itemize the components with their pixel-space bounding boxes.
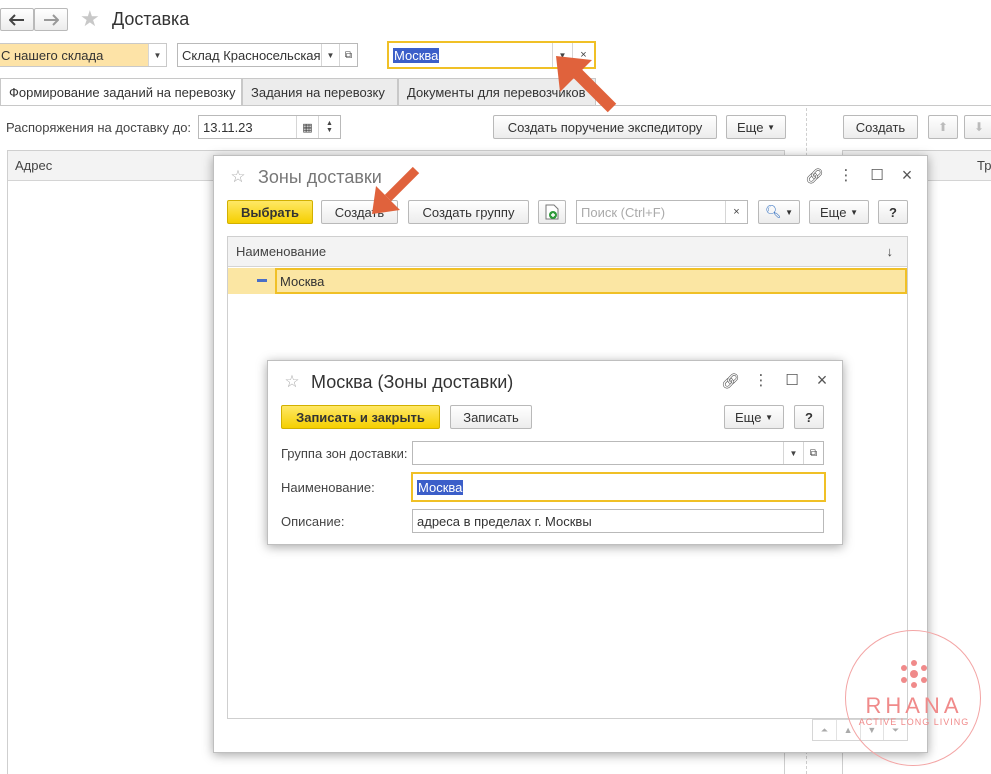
description-label: Описание: [281,514,345,529]
link-icon[interactable]: 🔗︎ [721,372,740,390]
button-label: Записать и закрыть [296,409,425,425]
zone-value: Москва [393,47,440,63]
menu-dots-icon[interactable]: ⋮ [838,166,854,184]
arrow-up-icon: ⬆ [937,120,949,134]
forward-button[interactable] [34,8,68,31]
date-field[interactable]: 13.11.23 ▦ ▲ ▼ [198,115,341,139]
tab-formation[interactable]: Формирование заданий на перевозку [0,78,242,106]
button-label: ? [889,204,897,220]
button-label: Создать группу [422,204,515,220]
watermark-logo: RHANA ACTIVE LONG LIVING [845,630,981,766]
favorite-star-icon[interactable]: ★ [80,6,100,32]
move-down-button[interactable]: ⬇ [964,115,991,139]
open-icon[interactable]: ⧉ [803,442,823,464]
tab-label: Формирование заданий на перевозку [9,85,236,100]
scroll-top-icon[interactable]: ⏶ [813,720,837,740]
table-row[interactable]: Москва [228,268,907,294]
selected-cell[interactable]: Москва [275,268,907,294]
chevron-down-icon: ▼ [767,122,775,132]
more-button[interactable]: Еще ▼ [809,200,869,224]
open-icon[interactable]: ⧉ [339,44,357,66]
move-up-button[interactable]: ⬆ [928,115,958,139]
search-input[interactable]: Поиск (Ctrl+F) × [576,200,748,224]
name-label: Наименование: [281,480,375,495]
chevron-down-icon[interactable]: ▼ [783,442,803,464]
button-label: Еще [820,204,847,220]
back-button[interactable] [0,8,34,31]
name-value: Москва [417,479,464,495]
annotation-arrow-create [372,166,420,214]
watermark-brand: RHANA [865,693,963,718]
more-button[interactable]: Еще ▼ [724,405,784,429]
date-label: Распоряжения на доставку до: [6,120,192,135]
favorite-star-icon[interactable]: ☆ [230,167,246,187]
create-group-button[interactable]: Создать группу [408,200,529,224]
chevron-down-icon[interactable]: ▼ [321,44,339,66]
search-button[interactable]: 🔍︎ ▼ [758,200,800,224]
maximize-icon[interactable]: ☐ [869,166,885,184]
annotation-arrow-zone [556,56,617,113]
button-label: Записать [463,409,519,425]
tab-tasks[interactable]: Задания на перевозку [242,78,398,105]
group-field[interactable]: ▼ ⧉ [412,441,824,465]
chevron-down-icon: ▼ [850,207,858,217]
column-header-address: Адрес [15,158,53,173]
calendar-icon[interactable]: ▦ [296,116,318,138]
close-icon[interactable]: × [899,165,915,186]
description-field[interactable]: адреса в пределах г. Москвы [412,509,824,533]
date-value: 13.11.23 [203,119,253,135]
document-add-icon [545,204,559,220]
help-button[interactable]: ? [878,200,908,224]
link-icon[interactable]: 🔗︎ [805,167,824,185]
description-value: адреса в пределах г. Москвы [417,513,592,529]
column-header-partial: Тр [977,158,991,173]
tab-divider [0,105,991,106]
clear-icon[interactable]: × [725,201,747,223]
warehouse-select[interactable]: Склад Красносельская ▼ ⧉ [177,43,358,67]
maximize-icon[interactable]: ☐ [784,371,800,389]
grid-header: Наименование ↓ [228,237,907,267]
button-label: Выбрать [240,204,300,220]
create-button[interactable]: Создать [843,115,918,139]
favorite-star-icon[interactable]: ☆ [284,372,300,392]
window-title: Зоны доставки [258,167,382,187]
warehouse-filter-value: С нашего склада [1,47,104,63]
close-icon[interactable]: × [814,370,830,391]
window-title: Москва (Зоны доставки) [311,372,514,392]
chevron-down-icon: ▼ [785,207,794,217]
warehouse-filter-select[interactable]: С нашего склада ▼ [0,43,167,67]
select-button[interactable]: Выбрать [227,200,313,224]
save-close-button[interactable]: Записать и закрыть [281,405,440,429]
add-document-button[interactable] [538,200,566,224]
save-button[interactable]: Записать [450,405,532,429]
group-minus-icon[interactable] [257,279,267,282]
watermark-tagline: ACTIVE LONG LIVING [858,717,970,727]
warehouse-value: Склад Красносельская [182,47,321,63]
chevron-down-icon: ▼ [765,412,773,422]
column-header-name: Наименование [236,244,327,259]
button-label: Еще [737,119,764,135]
flower-icon [901,660,927,688]
arrow-down-icon: ⬇ [973,120,985,134]
stepper-icon[interactable]: ▲ ▼ [318,116,340,138]
name-field[interactable]: Москва [411,472,826,502]
page-title: Доставка [112,9,190,29]
help-button[interactable]: ? [794,405,824,429]
sort-desc-icon[interactable]: ↓ [887,244,894,259]
button-label: Еще [735,409,762,425]
search-icon: 🔍︎ [764,204,782,219]
button-label: Создать [855,119,906,135]
arrow-left-icon [9,13,24,26]
more-button[interactable]: Еще ▼ [726,115,786,139]
menu-dots-icon[interactable]: ⋮ [753,371,769,389]
row-name: Москва [280,273,325,289]
button-label: Создать поручение экспедитору [507,119,703,135]
button-label: ? [805,409,813,425]
group-label: Группа зон доставки: [281,446,408,461]
chevron-down-icon[interactable]: ▼ [148,44,166,66]
search-placeholder: Поиск (Ctrl+F) [581,204,666,220]
item-window[interactable]: ☆ Москва (Зоны доставки) 🔗︎ ⋮ ☐ × Записа… [267,360,843,545]
tab-label: Задания на перевозку [251,84,385,100]
arrow-right-icon [44,13,59,26]
